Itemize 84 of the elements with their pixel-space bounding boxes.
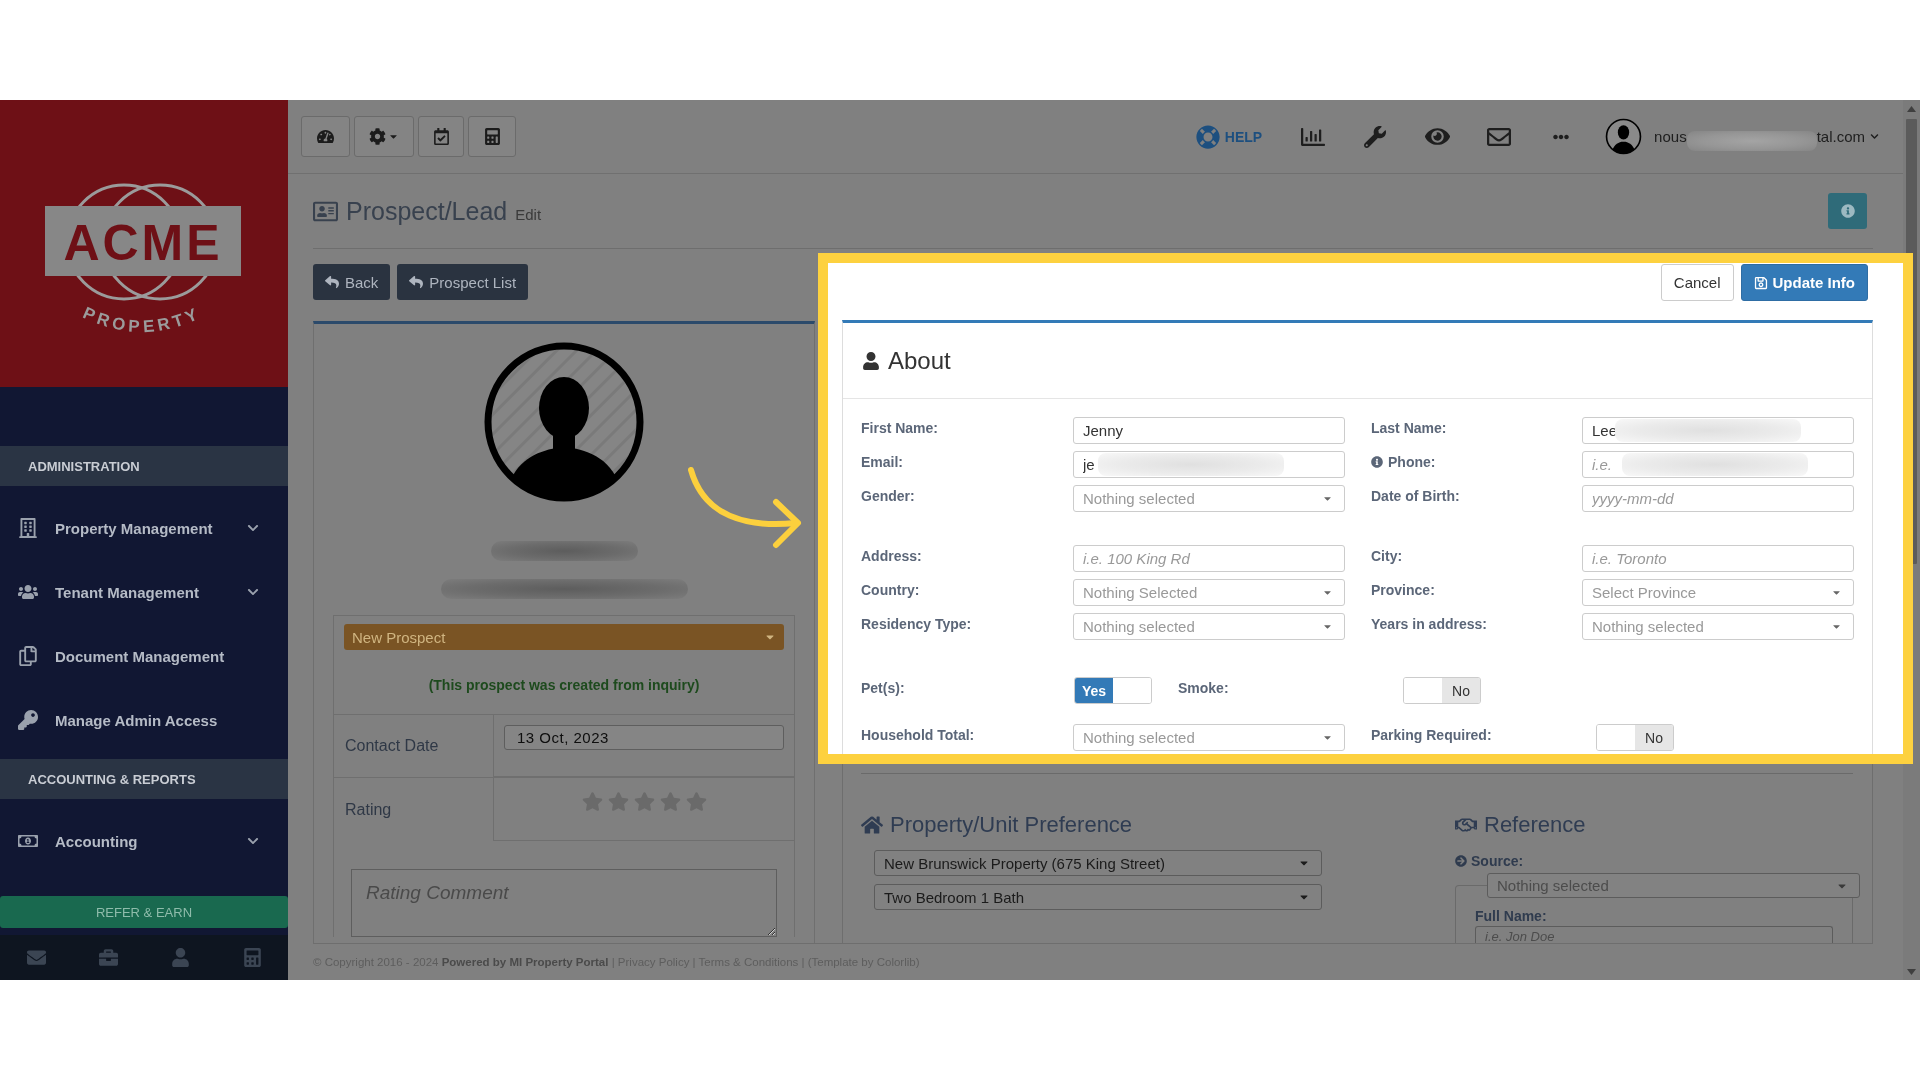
documents-icon <box>18 646 38 666</box>
gauge-icon <box>317 128 334 145</box>
sidebar-item[interactable]: Document Management <box>0 624 288 688</box>
up-arrow-icon[interactable] <box>1907 106 1916 112</box>
lifebuoy-icon <box>1195 124 1220 149</box>
sidebar-item[interactable]: Accounting <box>0 809 288 873</box>
toggle-switch[interactable]: No <box>1403 677 1481 704</box>
field-label: Address: <box>861 548 922 564</box>
detail-label: Contact Date <box>334 715 494 777</box>
field-label: City: <box>1371 548 1403 564</box>
user-email[interactable]: nous <box>1654 128 1687 145</box>
page-title: Prospect/Lead <box>346 196 508 226</box>
users-icon <box>18 582 38 602</box>
field-label: Parking Required: <box>1371 727 1492 743</box>
back-button[interactable]: Back <box>313 264 391 300</box>
field-label: Email: <box>861 454 903 470</box>
select-field[interactable]: Nothing selected <box>1073 485 1345 512</box>
calculator-icon <box>483 128 501 145</box>
field-label: Pet(s): <box>861 680 905 696</box>
field-label: Phone: <box>1388 454 1436 470</box>
toggle-switch[interactable]: No <box>1596 724 1674 751</box>
chevron-down-icon[interactable] <box>1870 132 1879 141</box>
field-label: Full Name: <box>1475 908 1547 924</box>
avatar-icon[interactable] <box>1604 118 1642 155</box>
date-field[interactable]: 13 Oct, 2023 <box>504 725 784 750</box>
briefcase-icon[interactable] <box>98 948 118 967</box>
info-icon <box>1840 204 1855 218</box>
reply-arrow-icon <box>325 275 339 289</box>
toggle-switch[interactable]: Yes <box>1074 677 1152 704</box>
section-heading: ADMINISTRATION <box>0 446 288 486</box>
field-label: Gender: <box>861 488 915 504</box>
field-label: Country: <box>861 582 920 598</box>
sidebar-item[interactable]: Tenant Management <box>0 560 288 624</box>
house-icon <box>861 814 883 836</box>
user-email[interactable]: tal.com <box>1816 128 1865 145</box>
down-arrow-icon[interactable] <box>1907 969 1916 975</box>
inquiry-note: (This prospect was created from inquiry) <box>427 676 701 695</box>
dashboard-button[interactable] <box>301 116 350 157</box>
status-select[interactable]: New Prospect <box>344 624 784 650</box>
user-icon <box>862 351 880 370</box>
select-field[interactable]: New Brunswick Property (675 King Street) <box>874 850 1322 876</box>
field-label: First Name: <box>861 420 939 436</box>
select-field[interactable]: Select Province <box>1582 579 1854 606</box>
text-field[interactable]: Jenny <box>1073 417 1345 444</box>
envelope-icon[interactable] <box>26 948 46 967</box>
sidebar-item[interactable]: Manage Admin Access <box>0 688 288 752</box>
detail-label: Rating <box>334 778 494 841</box>
settings-icon <box>369 128 386 145</box>
page-subtitle: Edit <box>515 205 542 223</box>
reply-arrow-icon <box>409 275 424 289</box>
field-label: Years in address: <box>1371 616 1487 632</box>
field-label: Residency Type: <box>861 616 972 632</box>
select-field[interactable]: Nothing selected <box>1073 724 1345 751</box>
field-label: Household Total: <box>861 727 975 743</box>
field-label: Date of Birth: <box>1371 488 1460 504</box>
cancel-button[interactable]: Cancel <box>1660 264 1734 301</box>
list-button[interactable]: Prospect List <box>397 264 529 300</box>
select-field[interactable]: Nothing Selected <box>1073 579 1345 606</box>
key-icon <box>18 710 38 730</box>
select-field[interactable]: Nothing selected <box>1582 613 1854 640</box>
section-title: Reference <box>1484 812 1586 838</box>
section-title: Property/Unit Preference <box>890 812 1133 838</box>
building-icon <box>18 518 38 538</box>
select-field[interactable]: Nothing selected <box>1073 613 1345 640</box>
select-field[interactable]: Two Bedroom 1 Bath <box>874 884 1322 910</box>
sidebar-item[interactable]: Property Management <box>0 496 288 560</box>
field-label: Source: <box>1471 853 1524 869</box>
info-button[interactable] <box>1828 193 1867 229</box>
calendar-button[interactable] <box>418 116 464 157</box>
calculator-icon[interactable] <box>242 948 262 967</box>
calculator-button[interactable] <box>468 116 516 157</box>
section-heading: ACCOUNTING & REPORTS <box>0 759 288 799</box>
user-icon[interactable] <box>170 948 190 967</box>
field-label: Province: <box>1371 582 1435 598</box>
company-logo: ACME PROPERTY <box>44 165 244 337</box>
settings-button[interactable] <box>354 116 414 157</box>
field-label: Smoke: <box>1178 680 1229 696</box>
scrollbar-thumb[interactable] <box>1906 119 1917 564</box>
wrench-icon <box>1364 125 1387 148</box>
refer-earn-button[interactable]: REFER & EARN <box>0 896 288 928</box>
section-title: About <box>888 346 951 375</box>
calendar-icon <box>432 128 450 145</box>
update-button[interactable]: Update Info <box>1740 264 1868 301</box>
field-label: Last Name: <box>1371 420 1447 436</box>
